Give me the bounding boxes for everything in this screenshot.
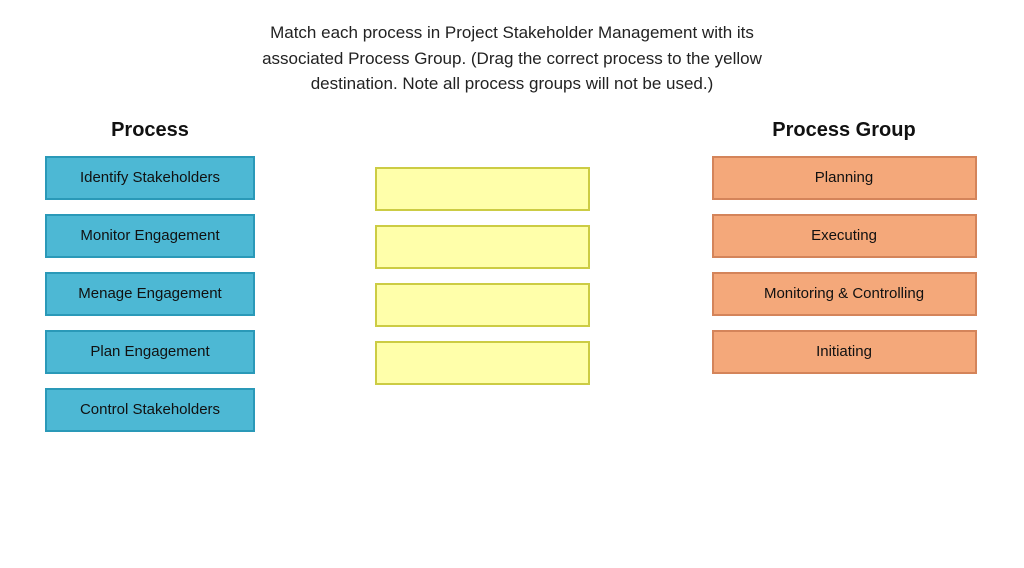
instructions-line3: destination. Note all process groups wil… <box>311 74 714 93</box>
instructions-line2: associated Process Group. (Drag the corr… <box>262 49 762 68</box>
group-item-initiating: Initiating <box>712 330 977 374</box>
page-container: Match each process in Project Stakeholde… <box>0 0 1024 568</box>
process-item-plan-engagement[interactable]: Plan Engagement <box>45 330 255 374</box>
drop-zones-column <box>367 167 597 399</box>
group-item-monitoring-controlling: Monitoring & Controlling <box>712 272 977 316</box>
drop-zone-4[interactable] <box>375 341 590 385</box>
process-item-control-stakeholders[interactable]: Control Stakeholders <box>45 388 255 432</box>
process-item-menage-engagement[interactable]: Menage Engagement <box>45 272 255 316</box>
instructions: Match each process in Project Stakeholde… <box>262 20 762 97</box>
drop-zone-2[interactable] <box>375 225 590 269</box>
group-column-header: Process Group <box>772 119 915 142</box>
instructions-line1: Match each process in Project Stakeholde… <box>270 23 754 42</box>
drop-zone-3[interactable] <box>375 283 590 327</box>
group-column: Process Group Planning Executing Monitor… <box>704 119 984 388</box>
process-column: Process Identify Stakeholders Monitor En… <box>40 119 260 446</box>
group-item-planning: Planning <box>712 156 977 200</box>
group-item-executing: Executing <box>712 214 977 258</box>
drop-zone-1[interactable] <box>375 167 590 211</box>
process-item-identify-stakeholders[interactable]: Identify Stakeholders <box>45 156 255 200</box>
process-item-monitor-engagement[interactable]: Monitor Engagement <box>45 214 255 258</box>
process-column-header: Process <box>111 119 189 142</box>
columns-area: Process Identify Stakeholders Monitor En… <box>40 119 984 446</box>
